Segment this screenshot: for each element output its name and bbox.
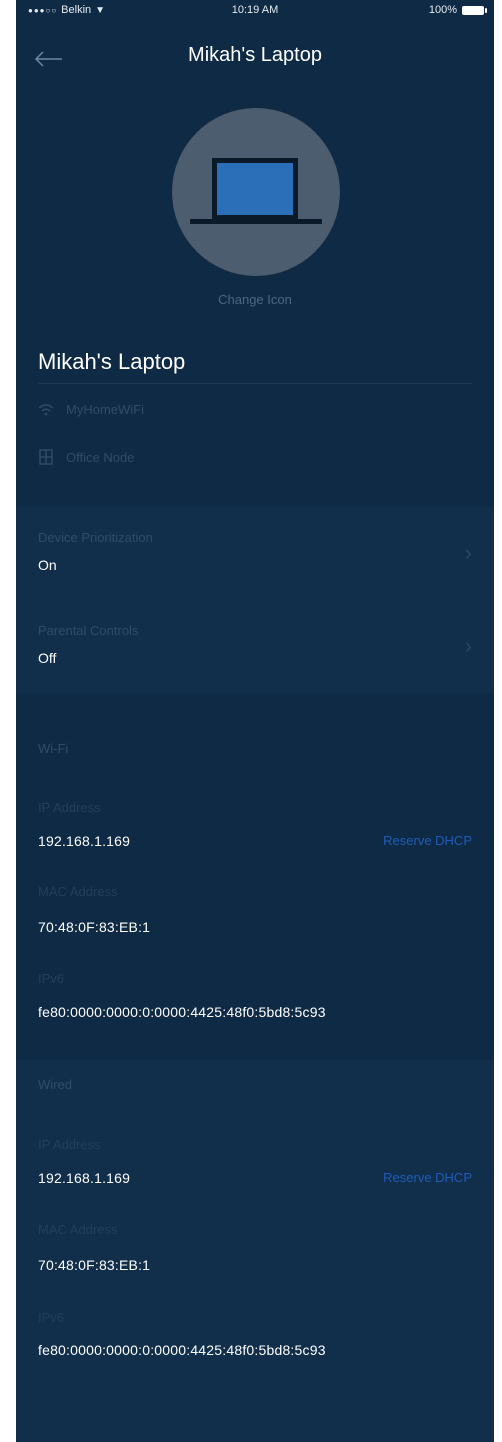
node-row: Office Node bbox=[38, 448, 134, 466]
wired-ip-label: IP Address bbox=[38, 1137, 101, 1152]
wired-ipv6-value: fe80:0000:0000:0:0000:4425:48f0:5bd8:5c9… bbox=[38, 1342, 326, 1358]
node-name: Office Node bbox=[66, 449, 135, 465]
device-name[interactable]: Mikah's Laptop bbox=[38, 349, 185, 375]
name-underline bbox=[38, 383, 472, 384]
wired-section-label: Wired bbox=[38, 1077, 72, 1092]
wifi-mac-value: 70:48:0F:83:EB:1 bbox=[38, 919, 151, 935]
status-bar: ●●●○○ Belkin ▼ 10:19 AM 100% bbox=[16, 0, 494, 22]
page-title: Mikah's Laptop bbox=[188, 44, 322, 66]
wifi-reserve-dhcp-link[interactable]: Reserve DHCP bbox=[383, 833, 472, 848]
chevron-right-icon: › bbox=[464, 540, 472, 565]
parental-controls-row[interactable]: Parental Controls Off › bbox=[16, 600, 494, 693]
wired-mac-value: 70:48:0F:83:EB:1 bbox=[38, 1257, 151, 1273]
wired-ip-value: 192.168.1.169 bbox=[38, 1170, 131, 1186]
status-time: 10:19 AM bbox=[231, 4, 279, 16]
wired-mac-label: MAC Address bbox=[38, 1222, 118, 1237]
parental-controls-value: Off bbox=[38, 650, 57, 666]
battery-percent: 100% bbox=[428, 4, 457, 16]
network-row: MyHomeWiFi bbox=[38, 402, 144, 417]
wired-ipv6-label: IPv6 bbox=[38, 1310, 65, 1325]
status-right: 100% bbox=[428, 4, 487, 16]
device-details-screen: ●●●○○ Belkin ▼ 10:19 AM 100% Mikah's Lap… bbox=[16, 0, 494, 1442]
settings-block: Device Prioritization On › Parental Cont… bbox=[16, 507, 494, 693]
device-prioritization-label: Device Prioritization bbox=[38, 530, 153, 545]
wifi-ipv6-value: fe80:0000:0000:0:0000:4425:48f0:5bd8:5c9… bbox=[38, 1004, 326, 1020]
wifi-mac-label: MAC Address bbox=[38, 884, 118, 899]
change-icon-link[interactable]: Change Icon bbox=[16, 292, 494, 307]
device-prioritization-row[interactable]: Device Prioritization On › bbox=[16, 507, 494, 600]
wired-reserve-dhcp-link[interactable]: Reserve DHCP bbox=[383, 1170, 472, 1185]
wired-block: Wired IP Address 192.168.1.169 Reserve D… bbox=[16, 1060, 494, 1442]
node-icon bbox=[39, 449, 53, 465]
parental-controls-label: Parental Controls bbox=[38, 623, 139, 638]
chevron-right-icon: › bbox=[464, 633, 472, 658]
wifi-icon bbox=[38, 403, 54, 415]
device-prioritization-value: On bbox=[38, 557, 57, 573]
laptop-icon bbox=[190, 158, 322, 224]
wifi-ip-label: IP Address bbox=[38, 800, 101, 815]
battery-icon bbox=[462, 5, 487, 15]
device-icon-button[interactable] bbox=[172, 108, 340, 276]
wifi-section-label: Wi-Fi bbox=[38, 741, 69, 756]
wifi-ip-value: 192.168.1.169 bbox=[38, 833, 131, 849]
network-name: MyHomeWiFi bbox=[66, 402, 144, 417]
wifi-ipv6-label: IPv6 bbox=[38, 971, 65, 986]
